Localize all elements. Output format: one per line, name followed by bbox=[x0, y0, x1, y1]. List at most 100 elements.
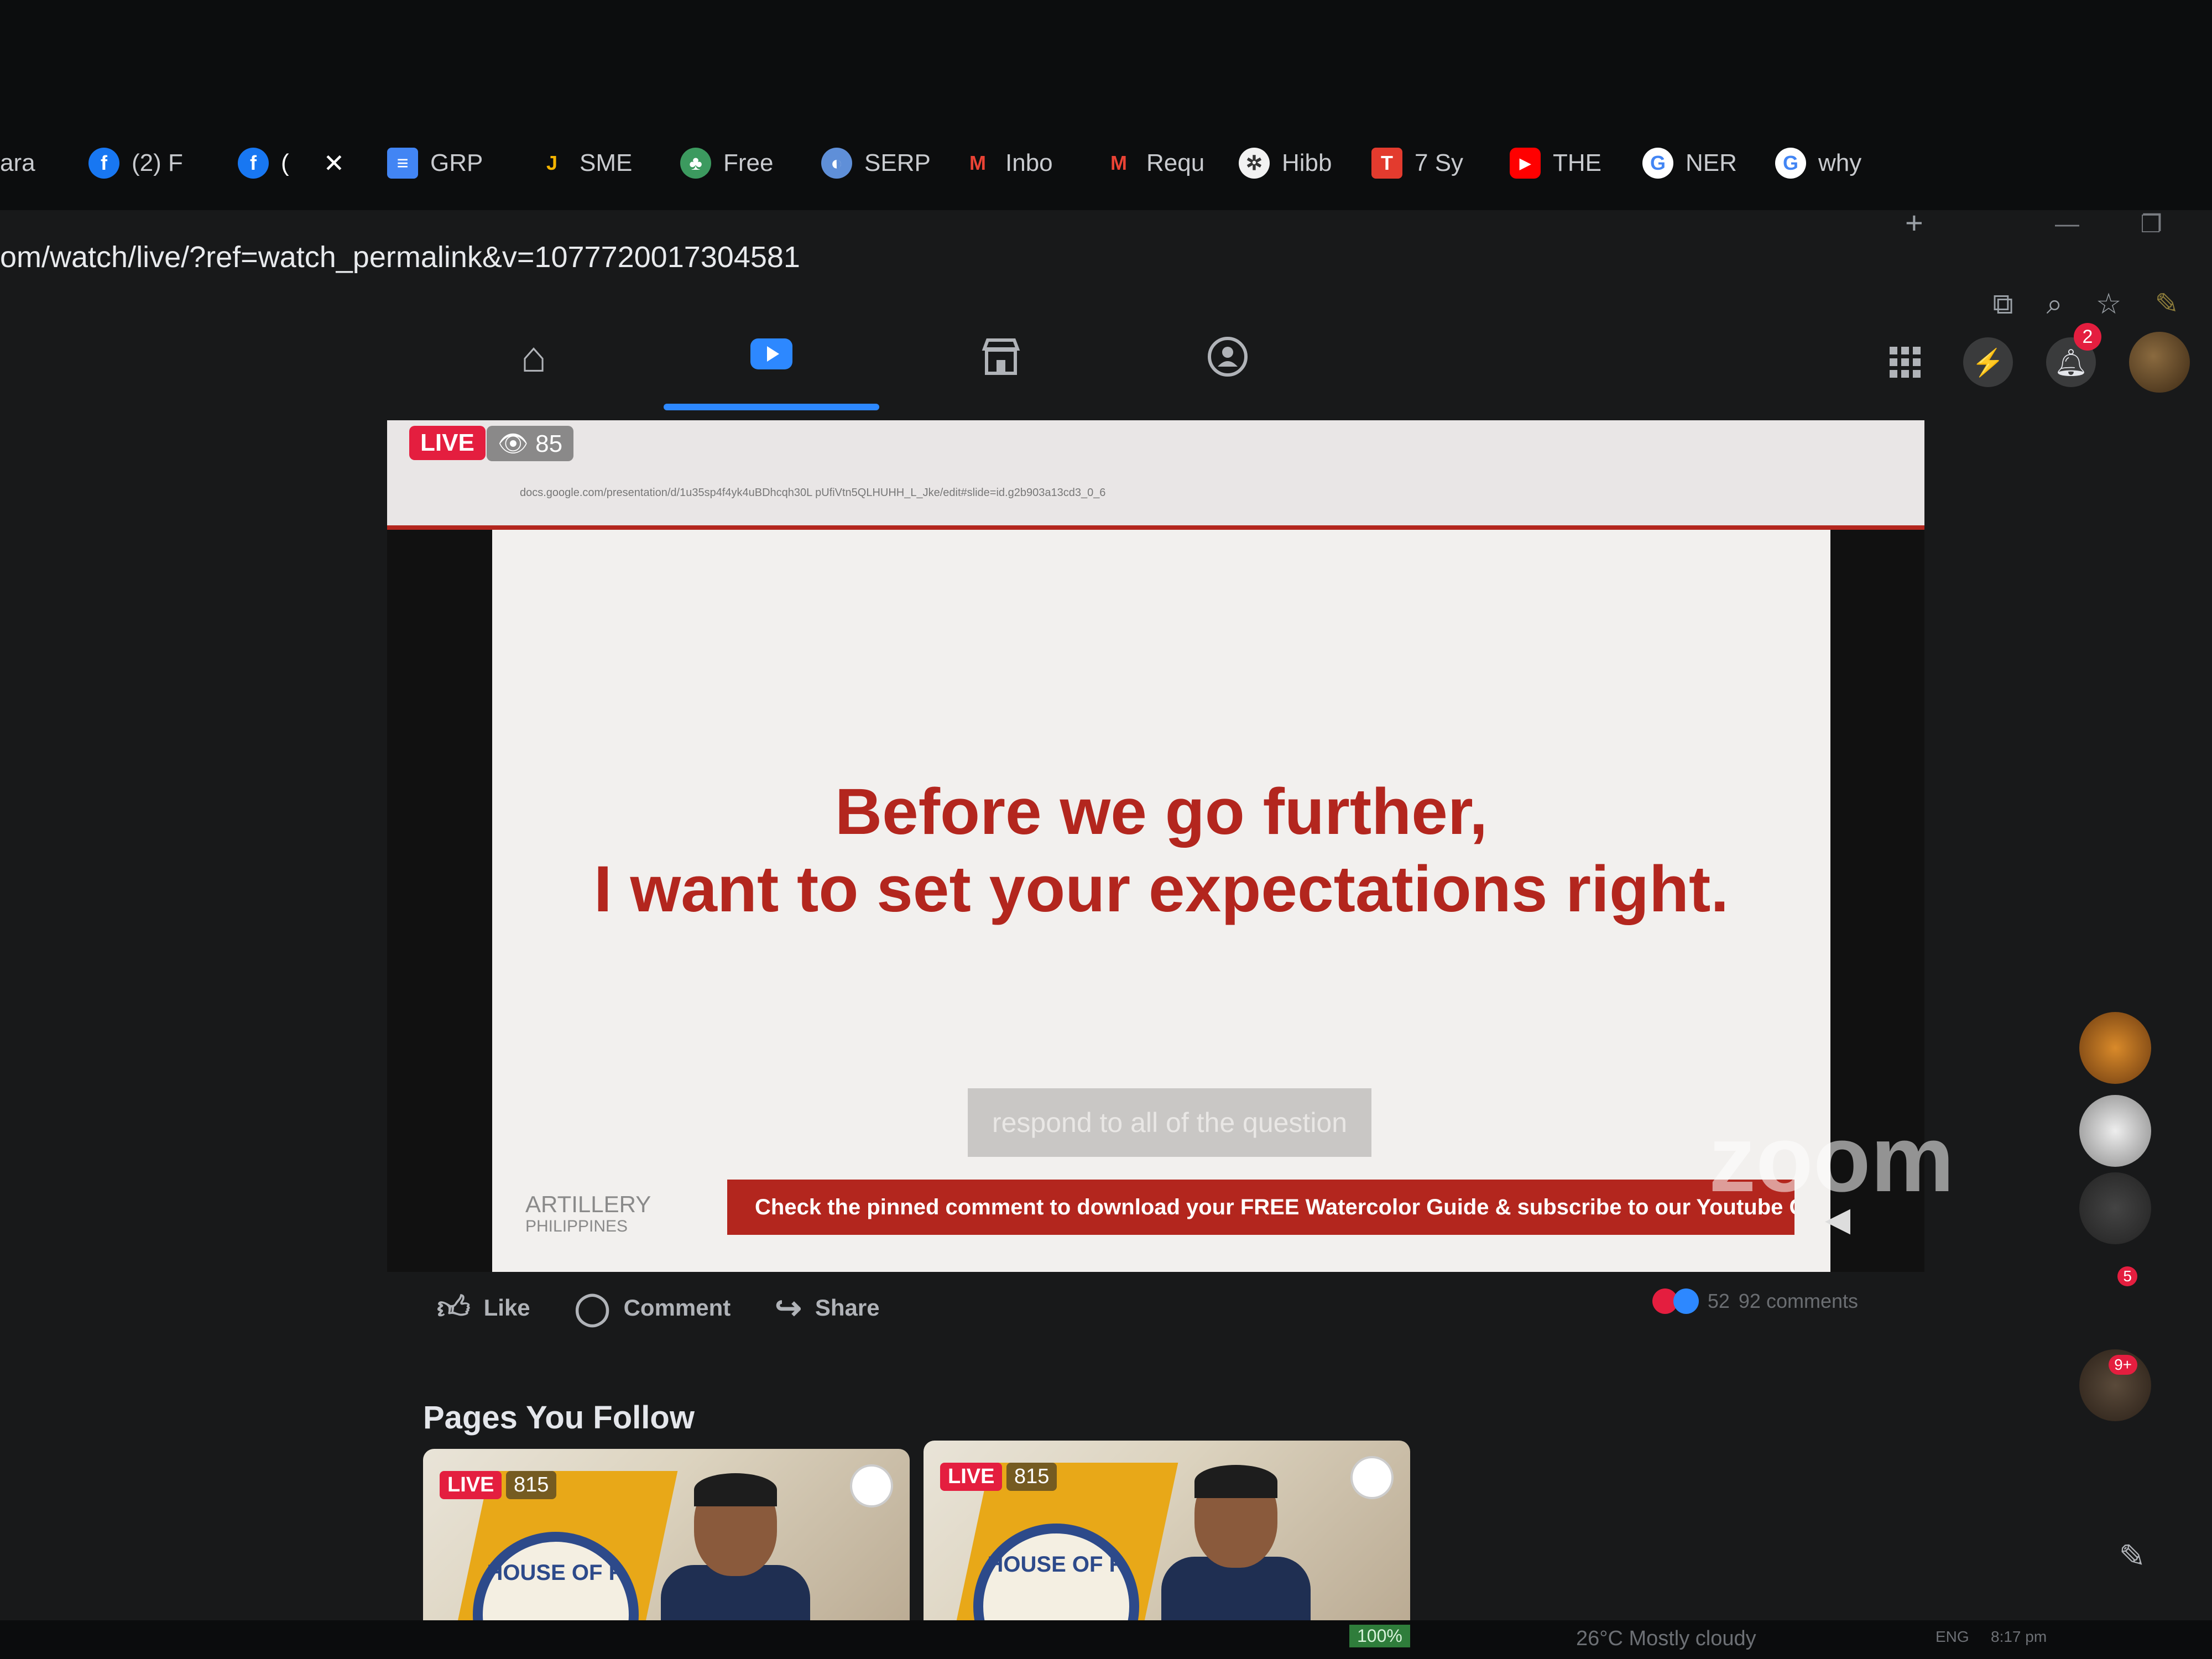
browser-tab[interactable]: f (2) F bbox=[88, 138, 183, 188]
reaction-count: 52 bbox=[1707, 1290, 1730, 1312]
volume-icon[interactable]: ◀ bbox=[1825, 1200, 1850, 1239]
share-button[interactable]: ↪ Share bbox=[775, 1289, 879, 1327]
tab-title: 7 Sy bbox=[1415, 149, 1464, 176]
tab-title: NER bbox=[1686, 149, 1737, 176]
browser-tab[interactable]: M Inbo bbox=[962, 138, 1053, 188]
notifications-button[interactable]: 🔔︎ 2 bbox=[2046, 323, 2101, 387]
live-video-player[interactable]: docs.google.com/presentation/d/1u35sp4f4… bbox=[387, 420, 1954, 1272]
nav-right-icons: ⚡ 🔔︎ 2 bbox=[1880, 323, 2190, 393]
shared-url: docs.google.com/presentation/d/1u35sp4f4… bbox=[520, 487, 1106, 499]
os-taskbar: 100% 26°C Mostly cloudy ENG 8:17 pm bbox=[0, 1620, 2212, 1659]
caption-overlay: respond to all of the question bbox=[968, 1088, 1371, 1157]
thumbs-up-icon: 👍︎ bbox=[437, 1290, 471, 1326]
marketplace-icon[interactable] bbox=[971, 326, 1031, 387]
tab-title: Requ bbox=[1146, 149, 1205, 176]
page-logo bbox=[850, 1464, 893, 1507]
contact-badge: 9+ bbox=[2109, 1355, 2137, 1375]
youtube-icon: ▶ bbox=[1510, 148, 1541, 179]
reaction-summary[interactable]: 52 92 comments bbox=[1652, 1288, 1858, 1314]
browser-tab[interactable]: ▶ THE bbox=[1510, 138, 1601, 188]
presentation-slide: Before we go further, I want to set your… bbox=[492, 530, 1954, 1272]
tab-title: Hibb bbox=[1282, 149, 1332, 176]
like-reaction-icon bbox=[1673, 1288, 1699, 1314]
eye-icon: 👁︎ bbox=[498, 430, 536, 457]
browser-tab[interactable]: ≡ GRP bbox=[387, 138, 483, 188]
tab-title: THE bbox=[1553, 149, 1601, 176]
brand-logo: ARTILLERY PHILIPPINES bbox=[525, 1191, 651, 1236]
browser-tab[interactable]: T 7 Sy bbox=[1371, 138, 1463, 188]
page-logo bbox=[1350, 1456, 1394, 1499]
facebook-icon: f bbox=[238, 148, 269, 179]
facebook-top-nav: ⌂ ⚡ 🔔︎ 2 bbox=[0, 315, 2212, 415]
live-badge: LIVE bbox=[409, 426, 486, 460]
browser-tab[interactable]: ara bbox=[0, 138, 35, 188]
leaf-icon: ♣ bbox=[680, 148, 711, 179]
j-icon: J bbox=[546, 152, 558, 174]
openai-icon: ✲ bbox=[1239, 148, 1270, 179]
language-indicator[interactable]: ENG bbox=[1936, 1628, 1969, 1646]
weather-widget[interactable]: 26°C Mostly cloudy bbox=[1576, 1627, 1756, 1651]
messenger-icon[interactable]: ⚡ bbox=[1963, 337, 2013, 387]
close-icon[interactable]: ✕ bbox=[324, 148, 345, 178]
like-button[interactable]: 👍︎ Like bbox=[437, 1288, 530, 1327]
url-text: om/watch/live/?ref=watch_permalink&v=107… bbox=[0, 241, 800, 274]
share-arrow-icon: ↪ bbox=[775, 1290, 802, 1326]
contact-badge: 5 bbox=[2117, 1266, 2137, 1286]
active-tab-indicator bbox=[664, 404, 879, 410]
tab-title: SME bbox=[580, 149, 633, 176]
tab-title: SERP bbox=[864, 149, 931, 176]
comment-button[interactable]: ◯ Comment bbox=[575, 1289, 731, 1327]
viewer-count: 815 bbox=[1006, 1463, 1057, 1491]
notification-badge: 2 bbox=[2074, 323, 2101, 351]
browser-tab[interactable]: ◐ SERP bbox=[821, 138, 931, 188]
tab-title: GRP bbox=[430, 149, 483, 176]
clock[interactable]: 8:17 pm bbox=[1991, 1628, 2047, 1646]
watch-icon[interactable] bbox=[741, 326, 802, 387]
contact-avatar[interactable] bbox=[2079, 1012, 2151, 1084]
tab-title: why bbox=[1818, 149, 1862, 176]
contact-avatar[interactable] bbox=[2079, 1172, 2151, 1244]
browser-tab-active[interactable]: f ( ✕ bbox=[238, 138, 345, 188]
google-icon: G bbox=[1775, 148, 1806, 179]
tab-title: ( bbox=[281, 149, 289, 176]
viewer-count: 815 bbox=[506, 1471, 557, 1499]
home-icon[interactable]: ⌂ bbox=[503, 326, 564, 387]
address-bar[interactable]: om/watch/live/?ref=watch_permalink&v=107… bbox=[0, 221, 2157, 293]
menu-grid-icon[interactable] bbox=[1880, 337, 1930, 387]
comments-count[interactable]: 92 comments bbox=[1739, 1290, 1858, 1313]
compose-message-icon[interactable]: ✎ bbox=[2119, 1537, 2146, 1575]
comment-bubble-icon: ◯ bbox=[574, 1290, 611, 1326]
tab-title: ara bbox=[0, 149, 35, 176]
post-actions: 👍︎ Like ◯ Comment ↪ Share bbox=[437, 1288, 880, 1327]
t-icon: T bbox=[1371, 148, 1402, 179]
live-badge: LIVE bbox=[940, 1463, 1003, 1491]
live-badge: LIVE bbox=[440, 1471, 502, 1499]
browser-tab[interactable]: ✲ Hibb bbox=[1239, 138, 1332, 188]
shared-screen-browser-bar: docs.google.com/presentation/d/1u35sp4f4… bbox=[387, 420, 1924, 530]
browser-tab[interactable]: G NER bbox=[1642, 138, 1737, 188]
slide-headline: Before we go further, I want to set your… bbox=[492, 773, 1830, 928]
zoom-watermark: zoom bbox=[1709, 1107, 1954, 1212]
gmail-icon: M bbox=[969, 152, 986, 174]
gmail-icon: M bbox=[1110, 152, 1127, 174]
profile-avatar[interactable] bbox=[2129, 332, 2190, 393]
serp-icon: ◐ bbox=[821, 148, 852, 179]
contact-avatar[interactable] bbox=[2079, 1095, 2151, 1167]
tab-title: Free bbox=[723, 149, 774, 176]
tab-title: Inbo bbox=[1005, 149, 1053, 176]
zoom-level-indicator: 100% bbox=[1349, 1625, 1410, 1647]
facebook-icon: f bbox=[88, 148, 119, 179]
viewer-count: 👁︎ 85 bbox=[487, 426, 574, 461]
live-video-card[interactable]: HOUSE OF R LIVE 815 bbox=[924, 1441, 1410, 1651]
browser-tab[interactable]: G why bbox=[1775, 138, 1861, 188]
bell-icon: 🔔︎ bbox=[2054, 348, 2088, 378]
groups-icon[interactable] bbox=[1197, 326, 1258, 387]
browser-tab[interactable]: J SME bbox=[536, 138, 632, 188]
browser-tab[interactable]: ♣ Free bbox=[680, 138, 773, 188]
browser-tab[interactable]: M Requ bbox=[1103, 138, 1204, 188]
docs-icon: ≡ bbox=[387, 148, 418, 179]
pages-you-follow-heading: Pages You Follow bbox=[423, 1400, 695, 1436]
browser-tab-strip: ara f (2) F f ( ✕ ≡ GRP J SME ♣ Free ◐ S… bbox=[0, 0, 2212, 240]
tab-title: (2) F bbox=[132, 149, 183, 176]
slide-line-2: I want to set your expectations right. bbox=[593, 853, 1729, 926]
